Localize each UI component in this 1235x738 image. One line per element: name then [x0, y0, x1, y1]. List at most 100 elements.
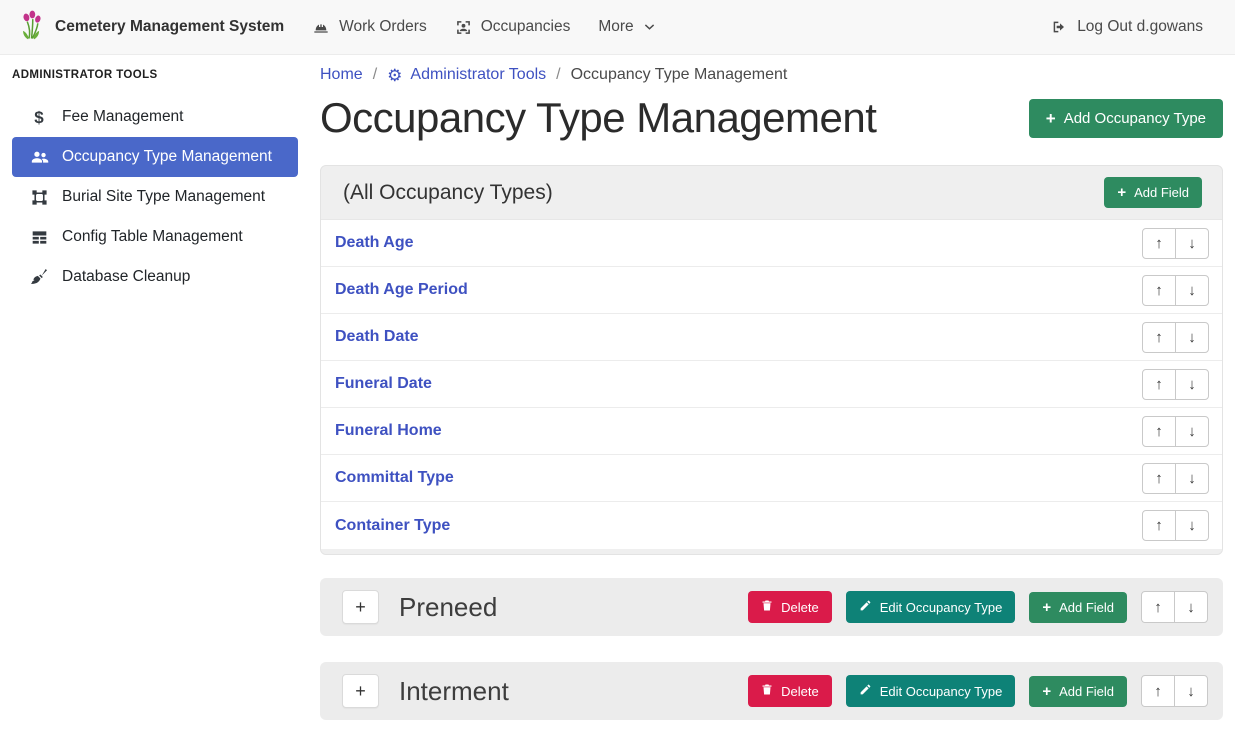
move-down-button[interactable]: ↓	[1175, 416, 1209, 447]
field-link[interactable]: Committal Type	[335, 469, 454, 487]
table-icon	[29, 230, 49, 245]
nav-item-label: Work Orders	[339, 18, 427, 36]
move-up-button[interactable]: ↑	[1142, 228, 1176, 259]
nav-item-more[interactable]: More	[584, 8, 669, 46]
add-occupancy-type-button[interactable]: + Add Occupancy Type	[1029, 99, 1223, 138]
add-field-button[interactable]: + Add Field	[1029, 676, 1127, 707]
field-row: Death Age Period ↑ ↓	[321, 267, 1222, 314]
move-up-button[interactable]: ↑	[1141, 675, 1175, 707]
move-down-button[interactable]: ↓	[1175, 463, 1209, 494]
delete-button[interactable]: Delete	[748, 591, 832, 623]
reorder-controls: ↑ ↓	[1141, 591, 1208, 623]
expand-section-button[interactable]: +	[342, 674, 379, 708]
field-link[interactable]: Funeral Home	[335, 422, 442, 440]
breadcrumb-admin-tools-label: Administrator Tools	[410, 66, 546, 84]
move-up-button[interactable]: ↑	[1142, 369, 1176, 400]
gear-icon: ⚙	[387, 67, 402, 84]
all-occupancy-types-card: (All Occupancy Types) + Add Field Death …	[320, 165, 1223, 555]
logout-button[interactable]: Log Out d.gowans	[1036, 8, 1217, 46]
tulip-logo-icon	[18, 9, 45, 46]
reorder-controls: ↑ ↓	[1142, 322, 1209, 353]
plus-icon: +	[1046, 110, 1056, 127]
expand-section-button[interactable]: +	[342, 590, 379, 624]
section-title: Preneed	[399, 592, 497, 623]
add-field-button[interactable]: + Add Field	[1029, 592, 1127, 623]
breadcrumb-separator: /	[373, 66, 377, 84]
section-interment: + Interment Delete Edit Occupancy Type +	[320, 662, 1223, 720]
sidebar-item-burial-site-type-management[interactable]: Burial Site Type Management	[12, 177, 298, 217]
edit-occupancy-type-button[interactable]: Edit Occupancy Type	[846, 591, 1016, 623]
move-down-button[interactable]: ↓	[1174, 591, 1208, 623]
field-link[interactable]: Funeral Date	[335, 375, 432, 393]
breadcrumb-home-link[interactable]: Home	[320, 66, 363, 84]
up-arrow-icon: ↑	[1155, 376, 1163, 393]
sidebar-item-config-table-management[interactable]: Config Table Management	[12, 217, 298, 257]
move-down-button[interactable]: ↓	[1175, 322, 1209, 353]
sidebar-item-database-cleanup[interactable]: Database Cleanup	[12, 257, 298, 297]
add-field-label: Add Field	[1059, 684, 1114, 699]
section-title: Interment	[399, 676, 509, 707]
breadcrumb: Home / ⚙ Administrator Tools / Occupancy…	[320, 66, 1223, 84]
sidebar-item-label: Occupancy Type Management	[62, 148, 272, 166]
field-list: Death Age ↑ ↓ Death Age Period ↑ ↓ Death…	[321, 219, 1222, 549]
nav-item-label: More	[598, 18, 633, 36]
hard-hat-icon	[312, 19, 330, 35]
move-down-button[interactable]: ↓	[1175, 275, 1209, 306]
delete-button[interactable]: Delete	[748, 675, 832, 707]
sidebar: ADMINISTRATOR TOOLS $ Fee Management Occ…	[0, 55, 310, 738]
up-arrow-icon: ↑	[1155, 235, 1163, 252]
reorder-controls: ↑ ↓	[1142, 228, 1209, 259]
page-title: Occupancy Type Management	[320, 94, 876, 142]
app-brand[interactable]: Cemetery Management System	[18, 9, 284, 46]
delete-label: Delete	[781, 600, 819, 615]
move-up-button[interactable]: ↑	[1142, 275, 1176, 306]
add-field-button[interactable]: + Add Field	[1104, 177, 1202, 208]
sidebar-item-fee-management[interactable]: $ Fee Management	[12, 97, 298, 137]
app-title: Cemetery Management System	[55, 18, 284, 36]
breadcrumb-admin-tools-link[interactable]: ⚙ Administrator Tools	[387, 66, 546, 84]
breadcrumb-current: Occupancy Type Management	[571, 66, 788, 84]
pencil-icon	[859, 599, 872, 615]
move-down-button[interactable]: ↓	[1175, 228, 1209, 259]
nav-item-occupancies[interactable]: Occupancies	[441, 8, 585, 46]
field-link[interactable]: Death Age Period	[335, 281, 468, 299]
move-down-button[interactable]: ↓	[1174, 675, 1208, 707]
plus-icon: +	[1042, 600, 1051, 615]
occupancy-frame-icon	[455, 19, 472, 36]
field-row: Funeral Home ↑ ↓	[321, 408, 1222, 455]
up-arrow-icon: ↑	[1154, 683, 1162, 700]
field-row: Committal Type ↑ ↓	[321, 455, 1222, 502]
sidebar-heading: ADMINISTRATOR TOOLS	[0, 61, 310, 97]
move-up-button[interactable]: ↑	[1142, 510, 1176, 541]
reorder-controls: ↑ ↓	[1141, 675, 1208, 707]
up-arrow-icon: ↑	[1155, 517, 1163, 534]
nav-item-work-orders[interactable]: Work Orders	[298, 8, 441, 46]
move-up-button[interactable]: ↑	[1142, 463, 1176, 494]
move-down-button[interactable]: ↓	[1175, 369, 1209, 400]
field-link[interactable]: Container Type	[335, 517, 450, 535]
edit-label: Edit Occupancy Type	[880, 600, 1003, 615]
edit-occupancy-type-button[interactable]: Edit Occupancy Type	[846, 675, 1016, 707]
field-link[interactable]: Death Date	[335, 328, 419, 346]
main-content: Home / ⚙ Administrator Tools / Occupancy…	[310, 55, 1235, 738]
field-row: Death Date ↑ ↓	[321, 314, 1222, 361]
add-field-label: Add Field	[1059, 600, 1114, 615]
pencil-icon	[859, 683, 872, 699]
sign-out-icon	[1050, 19, 1068, 35]
move-down-button[interactable]: ↓	[1175, 510, 1209, 541]
move-up-button[interactable]: ↑	[1142, 322, 1176, 353]
nav-item-label: Occupancies	[481, 18, 571, 36]
edit-label: Edit Occupancy Type	[880, 684, 1003, 699]
reorder-controls: ↑ ↓	[1142, 510, 1209, 541]
section-actions: Delete Edit Occupancy Type + Add Field ↑…	[748, 591, 1208, 623]
card-footer-strip	[321, 549, 1222, 554]
sidebar-item-occupancy-type-management[interactable]: Occupancy Type Management	[12, 137, 298, 177]
reorder-controls: ↑ ↓	[1142, 369, 1209, 400]
down-arrow-icon: ↓	[1188, 282, 1196, 299]
move-up-button[interactable]: ↑	[1141, 591, 1175, 623]
sidebar-item-label: Burial Site Type Management	[62, 188, 265, 206]
down-arrow-icon: ↓	[1188, 329, 1196, 346]
logout-label: Log Out d.gowans	[1077, 18, 1203, 36]
move-up-button[interactable]: ↑	[1142, 416, 1176, 447]
field-link[interactable]: Death Age	[335, 234, 414, 252]
